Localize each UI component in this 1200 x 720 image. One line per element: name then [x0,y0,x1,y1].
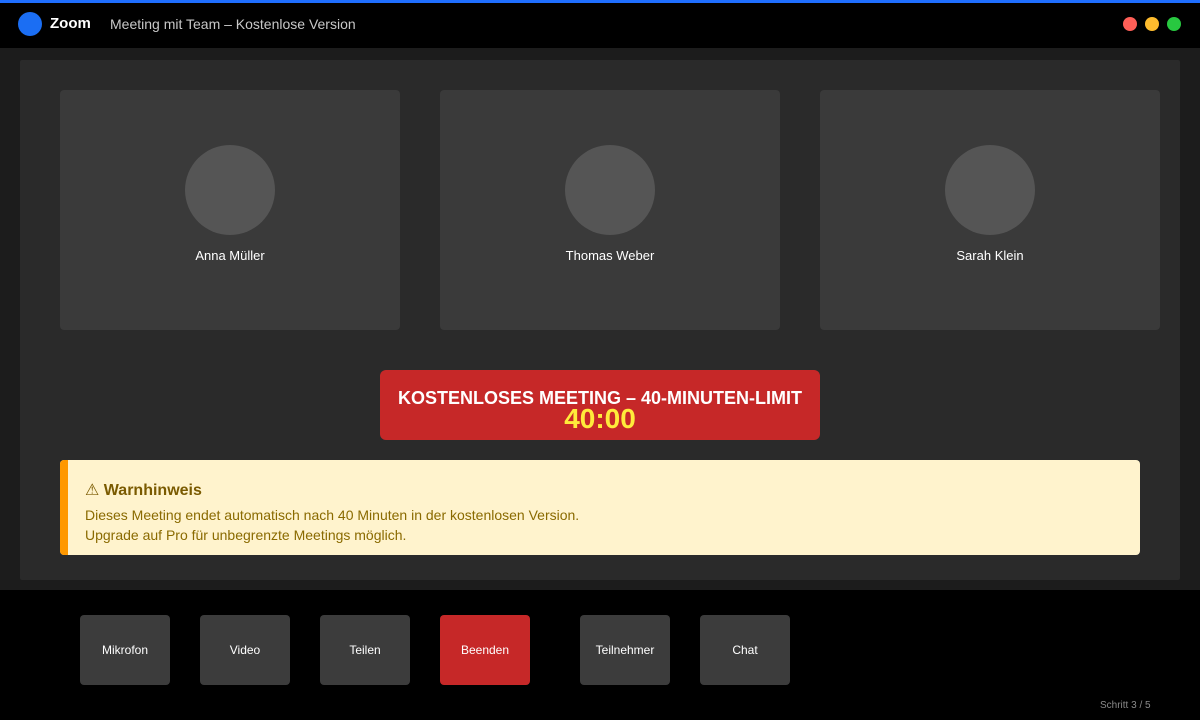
warning-accent-bar [60,460,68,555]
microphone-button[interactable]: Mikrofon [80,615,170,685]
window-title: Meeting mit Team – Kostenlose Version [110,16,356,32]
participant-tile[interactable]: Anna Müller [60,90,400,330]
close-icon[interactable] [1123,17,1137,31]
maximize-icon[interactable] [1167,17,1181,31]
warning-box: ⚠ Warnhinweis Dieses Meeting endet autom… [60,460,1140,555]
warning-title: ⚠ Warnhinweis [85,481,202,500]
zoom-logo-icon [18,12,42,36]
warning-title-text: Warnhinweis [103,482,202,499]
participant-name: Anna Müller [195,248,265,263]
minimize-icon[interactable] [1145,17,1159,31]
end-meeting-button[interactable]: Beenden [440,615,530,685]
warning-message-line: Upgrade auf Pro für unbegrenzte Meetings… [85,527,407,543]
participant-name: Sarah Klein [956,248,1024,263]
video-button[interactable]: Video [200,615,290,685]
step-indicator: Schritt 3 / 5 [1100,700,1151,711]
warning-icon: ⚠ [85,482,100,499]
participant-tile[interactable]: Sarah Klein [820,90,1160,330]
title-bar: Zoom Meeting mit Team – Kostenlose Versi… [0,3,1200,48]
participants-button[interactable]: Teilnehmer [580,615,670,685]
share-button[interactable]: Teilen [320,615,410,685]
avatar [945,145,1035,235]
meeting-toolbar: Mikrofon Video Teilen Beenden Teilnehmer… [0,590,1200,720]
participant-name: Thomas Weber [565,248,655,263]
avatar [565,145,655,235]
chat-button[interactable]: Chat [700,615,790,685]
meeting-timer: 40:00 [564,403,636,434]
warning-message-line: Dieses Meeting endet automatisch nach 40… [85,507,580,523]
avatar [185,145,275,235]
app-name: Zoom [50,15,91,32]
participant-tile[interactable]: Thomas Weber [440,90,780,330]
meeting-limit-banner: KOSTENLOSES MEETING – 40-MINUTEN-LIMIT 4… [380,370,820,440]
